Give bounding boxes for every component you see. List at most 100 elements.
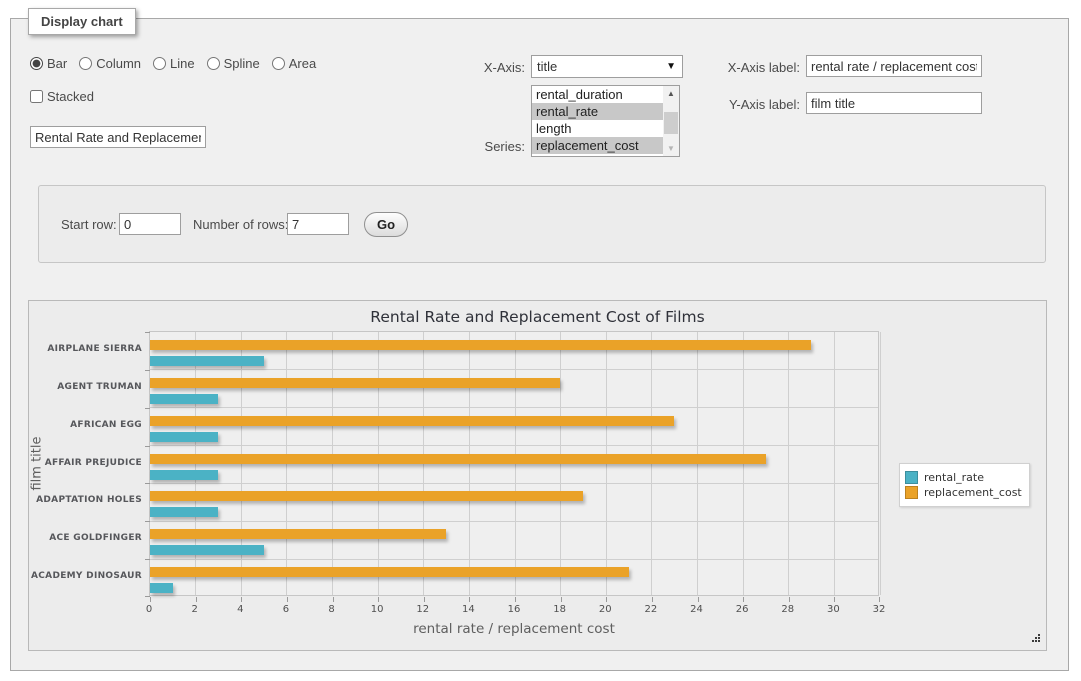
y-axis-title: film title — [30, 414, 45, 514]
bar-replacement_cost-adaptation-holes — [150, 491, 583, 501]
x-tick-mark — [424, 597, 425, 602]
x-tick-label: 8 — [328, 604, 334, 615]
chart-type-label-column: Column — [96, 56, 141, 71]
scroll-up-icon[interactable]: ▲ — [663, 86, 679, 101]
scroll-down-icon[interactable]: ▼ — [663, 141, 679, 156]
x-axis-label-caption: X-Axis label: — [698, 60, 800, 75]
series-option-rental_duration[interactable]: rental_duration — [532, 86, 663, 103]
bar-replacement_cost-affair-prejudice — [150, 454, 766, 464]
legend-label: rental_rate — [924, 471, 984, 484]
series-option-length[interactable]: length — [532, 120, 663, 137]
panel-legend: Display chart — [28, 8, 136, 35]
x-tick-mark — [378, 597, 379, 602]
scrollbar[interactable]: ▲ ▼ — [663, 86, 679, 156]
chart-type-radio-spline[interactable] — [207, 57, 220, 70]
x-tick-label: 22 — [645, 604, 658, 615]
chart-type-radio-column[interactable] — [79, 57, 92, 70]
bar-rental_rate-african-egg — [150, 432, 218, 442]
x-tick-mark — [652, 597, 653, 602]
chart-type-label-bar: Bar — [47, 56, 67, 71]
x-axis-title: rental rate / replacement cost — [149, 621, 879, 637]
series-select-label: Series: — [425, 139, 525, 154]
bar-replacement_cost-african-egg — [150, 416, 674, 426]
chart-type-radio-area[interactable] — [272, 57, 285, 70]
chart-title-input[interactable] — [30, 126, 206, 148]
x-tick-mark — [698, 597, 699, 602]
bar-rental_rate-agent-truman — [150, 394, 218, 404]
x-tick-label: 10 — [371, 604, 384, 615]
bar-replacement_cost-agent-truman — [150, 378, 560, 388]
x-tick-mark — [789, 597, 790, 602]
stacked-row: Stacked — [30, 89, 94, 104]
chart-container: Rental Rate and Replacement Cost of Film… — [28, 300, 1047, 651]
series-option-rental_rate[interactable]: rental_rate — [532, 103, 663, 120]
y-tick-mark — [145, 483, 150, 484]
x-tick-label: 20 — [599, 604, 612, 615]
x-tick-label: 2 — [191, 604, 197, 615]
x-tick-label: 28 — [781, 604, 794, 615]
number-of-rows-input[interactable] — [287, 213, 349, 235]
y-tick-mark — [145, 446, 150, 447]
x-tick-label: 6 — [283, 604, 289, 615]
legend-label: replacement_cost — [924, 486, 1022, 499]
x-tick-mark — [834, 597, 835, 602]
x-tick-mark — [241, 597, 242, 602]
chart-legend: rental_rate replacement_cost — [899, 463, 1030, 507]
chart-type-radio-line[interactable] — [153, 57, 166, 70]
x-axis-select[interactable]: title ▼ — [531, 55, 683, 78]
bar-replacement_cost-airplane-sierra — [150, 340, 811, 350]
x-tick-mark — [150, 597, 151, 602]
x-tick-mark — [561, 597, 562, 602]
y-axis-label-input[interactable] — [806, 92, 982, 114]
y-tick-mark — [145, 370, 150, 371]
bar-replacement_cost-academy-dinosaur — [150, 567, 629, 577]
bar-replacement_cost-ace-goldfinger — [150, 529, 446, 539]
x-tick-mark — [606, 597, 607, 602]
chart-type-radio-bar[interactable] — [30, 57, 43, 70]
row-range-box: Start row: Number of rows: Go — [38, 185, 1046, 263]
x-tick-mark — [743, 597, 744, 602]
x-axis-select-label: X-Axis: — [425, 60, 525, 75]
gridline-horizontal — [150, 483, 878, 484]
stacked-label: Stacked — [47, 89, 94, 104]
chart-type-radio-group: BarColumnLineSplineArea — [30, 56, 324, 71]
chevron-down-icon: ▼ — [666, 61, 682, 72]
gridline-horizontal — [150, 445, 878, 446]
series-multiselect[interactable]: rental_durationrental_ratelengthreplacem… — [531, 85, 680, 157]
y-tick-mark — [145, 332, 150, 333]
x-tick-label: 14 — [462, 604, 475, 615]
x-axis-label-input[interactable] — [806, 55, 982, 77]
gridline-horizontal — [150, 407, 878, 408]
y-tick-label: AFFAIR PREJUDICE — [29, 458, 142, 468]
gridline-vertical — [834, 332, 835, 595]
x-tick-mark — [196, 597, 197, 602]
x-tick-label: 18 — [553, 604, 566, 615]
x-tick-label: 4 — [237, 604, 243, 615]
go-button[interactable]: Go — [364, 212, 408, 237]
scrollbar-thumb[interactable] — [664, 112, 678, 134]
start-row-input[interactable] — [119, 213, 181, 235]
chart-type-label-area: Area — [289, 56, 316, 71]
plot-area — [149, 331, 879, 596]
y-tick-label: ACADEMY DINOSAUR — [29, 571, 142, 581]
chart-type-label-line: Line — [170, 56, 195, 71]
x-tick-label: 30 — [827, 604, 840, 615]
series-option-replacement_cost[interactable]: replacement_cost — [532, 137, 663, 154]
y-axis-tick-labels: AIRPLANE SIERRAAGENT TRUMANAFRICAN EGGAF… — [29, 331, 142, 596]
x-tick-label: 16 — [508, 604, 521, 615]
y-tick-label: ADAPTATION HOLES — [29, 495, 142, 505]
x-tick-label: 0 — [146, 604, 152, 615]
legend-swatch-replacement_cost — [905, 486, 918, 499]
gridline-horizontal — [150, 369, 878, 370]
legend-swatch-rental_rate — [905, 471, 918, 484]
legend-item-rental_rate: rental_rate — [905, 471, 1022, 484]
y-tick-label: AFRICAN EGG — [29, 420, 142, 430]
resize-handle-icon[interactable] — [1030, 634, 1041, 645]
y-tick-mark — [145, 408, 150, 409]
gridline-vertical — [880, 332, 881, 595]
x-tick-mark — [287, 597, 288, 602]
stacked-checkbox[interactable] — [30, 90, 43, 103]
gridline-horizontal — [150, 521, 878, 522]
series-options: rental_durationrental_ratelengthreplacem… — [532, 86, 679, 154]
y-tick-label: AIRPLANE SIERRA — [29, 344, 142, 354]
